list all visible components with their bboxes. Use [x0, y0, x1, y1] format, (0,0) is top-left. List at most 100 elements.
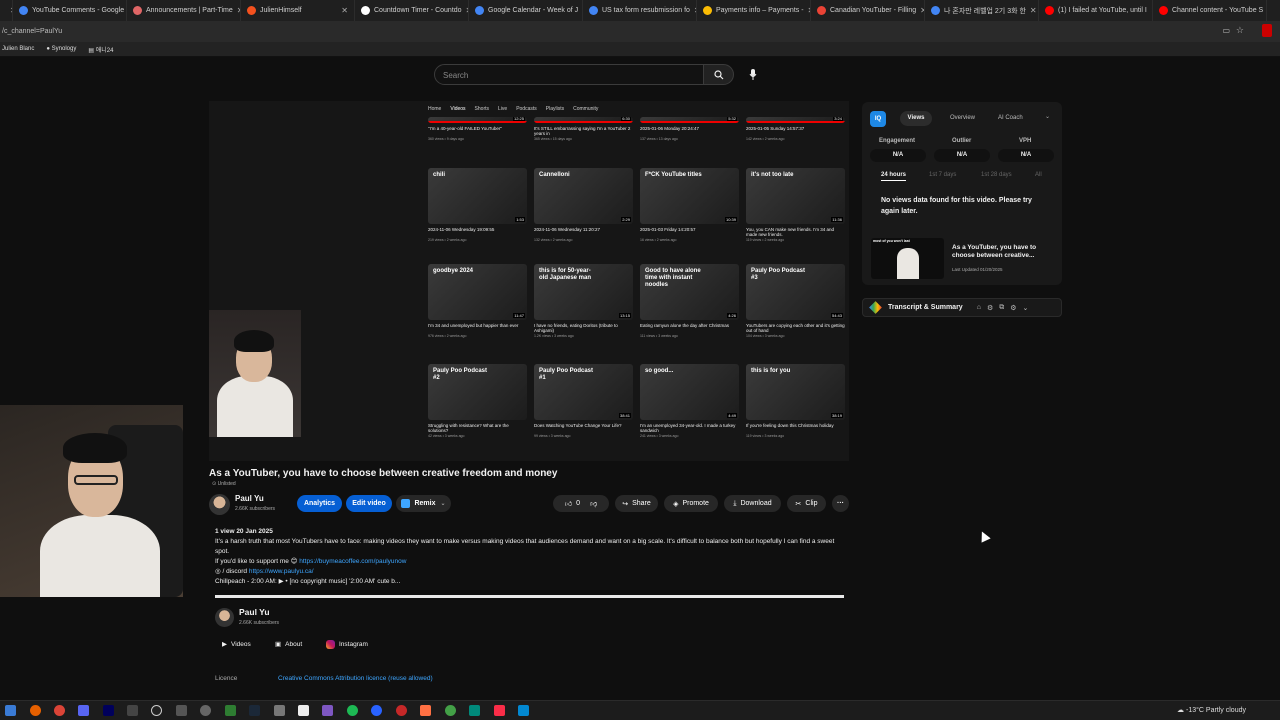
close-icon[interactable]: ✕: [1263, 6, 1266, 15]
video-thumbnail: goodbye 2024 11:47: [428, 264, 527, 320]
notion-icon[interactable]: [298, 705, 309, 716]
chrome-icon[interactable]: [54, 705, 65, 716]
transcript-summary-panel[interactable]: Transcript & Summary ⌂ ⚙ ⧉ ⚙ ⌄: [862, 298, 1062, 317]
close-icon[interactable]: ✕: [804, 6, 810, 15]
video-card-title: Eating ramyun alone the day after Christ…: [640, 323, 730, 328]
browser-tab[interactable]: JulienHimself ✕: [241, 0, 355, 21]
address-text[interactable]: /c_channel=PaulYu: [2, 28, 62, 35]
premiere-icon[interactable]: [103, 705, 114, 716]
licence-link[interactable]: Creative Commons Attribution licence (re…: [278, 675, 433, 682]
mic-button[interactable]: [744, 66, 761, 83]
discord-link[interactable]: https://www.paulyu.ca/: [249, 568, 314, 575]
app-icon[interactable]: [127, 705, 138, 716]
bookmark-item[interactable]: ▤ 애니24: [88, 45, 113, 54]
share-button[interactable]: ↪ Share: [615, 495, 658, 512]
app-icon[interactable]: [396, 705, 407, 716]
browser-tab[interactable]: YouTube Comments - Google✕: [13, 0, 127, 21]
app-icon[interactable]: [420, 705, 431, 716]
vidiq-card-updated: Last Updated 01/20/2025: [952, 267, 1003, 272]
vidiq-tab-views[interactable]: Views: [900, 111, 932, 126]
range-24h[interactable]: 24 hours: [881, 172, 907, 181]
channel-name[interactable]: Paul Yu: [235, 494, 264, 503]
firefox-icon[interactable]: [30, 705, 41, 716]
download-icon: ⤓: [733, 499, 737, 507]
browser-tab[interactable]: Google Calendar - Week of J✕: [469, 0, 583, 21]
metric-label: VPH: [1019, 138, 1032, 144]
range-28d[interactable]: 1st 28 days: [981, 172, 1012, 178]
app-icon[interactable]: [78, 705, 89, 716]
settings-icon[interactable]: ⚙: [1010, 304, 1016, 312]
close-icon[interactable]: ✕: [1026, 6, 1037, 15]
video-card-meta: 241 views • 3 weeks ago: [640, 434, 679, 438]
player-nav-item: Podcasts: [516, 106, 537, 112]
app-icon[interactable]: [469, 705, 480, 716]
app-icon[interactable]: [225, 705, 236, 716]
profile-icon[interactable]: [1262, 24, 1272, 37]
tab-close-leftmost[interactable]: ✕: [0, 0, 13, 21]
watch-progress: [640, 121, 739, 123]
search-button[interactable]: [703, 64, 734, 85]
description-box[interactable]: 1 view 20 Jan 2025 It's a harsh truth th…: [209, 522, 849, 602]
browser-tab[interactable]: Announcements | Part-Time✕: [127, 0, 241, 21]
video-player[interactable]: Home Videos Shorts Live Podcasts Playlists Com…: [209, 101, 849, 461]
range-all[interactable]: All: [1035, 172, 1042, 178]
close-icon[interactable]: ✕: [690, 6, 696, 15]
app-icon[interactable]: [518, 705, 529, 716]
support-link[interactable]: https://buymeacoffee.com/paulyunow: [299, 558, 406, 565]
browser-tab[interactable]: Payments info – Payments -✕: [697, 0, 811, 21]
browser-tab[interactable]: Countdown Timer - Countdo✕: [355, 0, 469, 21]
app-icon[interactable]: [445, 705, 456, 716]
video-card-title: Struggling with resistance? What are the…: [428, 423, 509, 433]
robot-icon[interactable]: ⌂: [977, 304, 981, 311]
browser-tab[interactable]: Canadian YouTuber - Filling✕: [811, 0, 925, 21]
app-icon[interactable]: [371, 705, 382, 716]
music-icon[interactable]: [494, 705, 505, 716]
thumbs-up-icon[interactable]: 👍︎: [565, 499, 572, 508]
thumbs-down-icon[interactable]: 👎︎: [590, 499, 597, 508]
promote-button[interactable]: ◈ Promote: [664, 495, 718, 512]
browser-tab[interactable]: Channel content - YouTube S✕: [1153, 0, 1267, 21]
clip-button[interactable]: ✂ Clip: [787, 495, 826, 512]
obs-icon[interactable]: [151, 705, 162, 716]
bookmark-item[interactable]: Julien Blanc: [2, 46, 34, 52]
edit-video-button[interactable]: Edit video: [346, 495, 392, 512]
range-7d[interactable]: 1st 7 days: [929, 172, 956, 178]
chevron-down-icon[interactable]: ⌄: [1023, 304, 1029, 312]
close-icon[interactable]: ✕: [233, 6, 240, 15]
channel-videos-link[interactable]: ▶ Videos: [222, 640, 251, 649]
spotify-icon[interactable]: [347, 705, 358, 716]
gear-icon[interactable]: ⚙: [987, 304, 993, 312]
analytics-button[interactable]: Analytics: [297, 495, 342, 512]
cast-icon[interactable]: ▭: [1222, 26, 1230, 35]
vidiq-tab-overview[interactable]: Overview: [950, 115, 975, 121]
search-input[interactable]: Search: [434, 64, 704, 85]
channel-about-link[interactable]: ▣ About: [275, 640, 302, 649]
close-icon[interactable]: ✕: [462, 6, 468, 15]
weather-widget[interactable]: ☁ -13°C Partly cloudy: [1177, 706, 1246, 714]
start-icon[interactable]: [5, 705, 16, 716]
copy-icon[interactable]: ⧉: [999, 304, 1004, 312]
browser-tab[interactable]: 나 혼자만 레벨업 2기 3화 한 ✕: [925, 0, 1039, 21]
more-actions-button[interactable]: ···: [832, 495, 849, 512]
remix-button[interactable]: Remix ⌄: [396, 495, 451, 512]
address-bar[interactable]: /c_channel=PaulYu ▭ ☆: [0, 21, 1280, 42]
channel-card-name[interactable]: Paul Yu: [239, 607, 270, 617]
steam-icon[interactable]: [249, 705, 260, 716]
vidiq-tab-ai-coach[interactable]: AI Coach: [998, 115, 1023, 121]
app-icon[interactable]: [176, 705, 187, 716]
channel-avatar[interactable]: [209, 494, 230, 515]
bookmark-item[interactable]: ● Synology: [46, 46, 76, 52]
close-icon[interactable]: ✕: [337, 6, 348, 15]
app-icon[interactable]: [322, 705, 333, 716]
channel-card-avatar[interactable]: [215, 608, 234, 627]
channel-instagram-link[interactable]: Instagram: [326, 640, 368, 649]
download-button[interactable]: ⤓ Download: [724, 495, 781, 512]
chevron-down-icon[interactable]: ⌄: [1045, 113, 1050, 120]
star-icon[interactable]: ☆: [1236, 25, 1244, 36]
browser-tab[interactable]: (1) I failed at YouTube, until I✕: [1039, 0, 1153, 21]
browser-tab[interactable]: US tax form resubmission fo✕: [583, 0, 697, 21]
close-icon[interactable]: ✕: [916, 6, 924, 15]
instagram-icon: [326, 640, 335, 649]
app-icon[interactable]: [200, 705, 211, 716]
app-icon[interactable]: [274, 705, 285, 716]
